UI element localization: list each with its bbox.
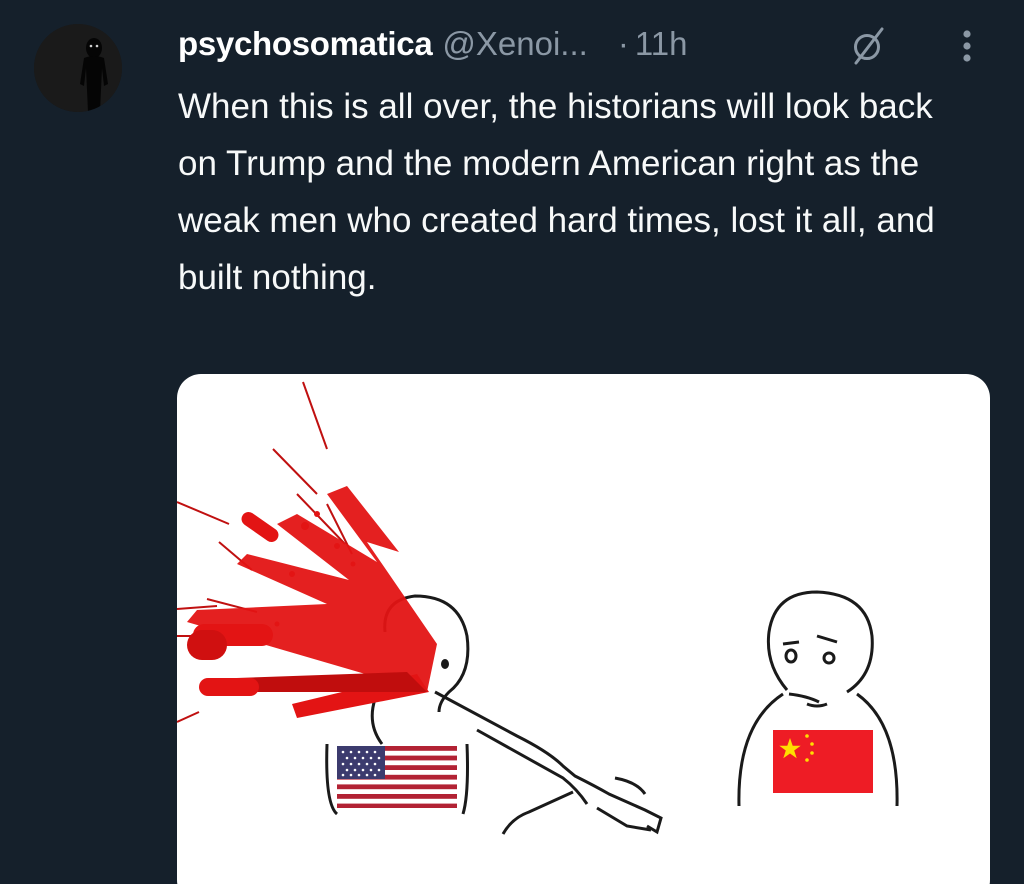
- tweet-header: psychosomatica @Xenoi... · 11h: [178, 22, 687, 66]
- us-flag: [337, 746, 457, 808]
- author-display-name[interactable]: psychosomatica: [178, 25, 433, 63]
- china-flag: [773, 730, 873, 793]
- tweet[interactable]: psychosomatica @Xenoi... · 11h When this…: [0, 0, 1024, 884]
- cartoon-image: [177, 381, 899, 835]
- timestamp[interactable]: 11h: [635, 25, 688, 63]
- tweet-text: When this is all over, the historians wi…: [178, 87, 935, 297]
- slashed-circle-icon[interactable]: [848, 26, 888, 66]
- tweet-media-image[interactable]: [177, 374, 990, 884]
- author-handle[interactable]: @Xenoi...: [442, 25, 587, 63]
- more-options-icon[interactable]: [952, 26, 982, 66]
- separator-dot: ·: [617, 25, 629, 62]
- author-avatar[interactable]: [34, 24, 122, 112]
- dark-figure-avatar-icon: [34, 24, 122, 112]
- blood-spray: [187, 486, 437, 718]
